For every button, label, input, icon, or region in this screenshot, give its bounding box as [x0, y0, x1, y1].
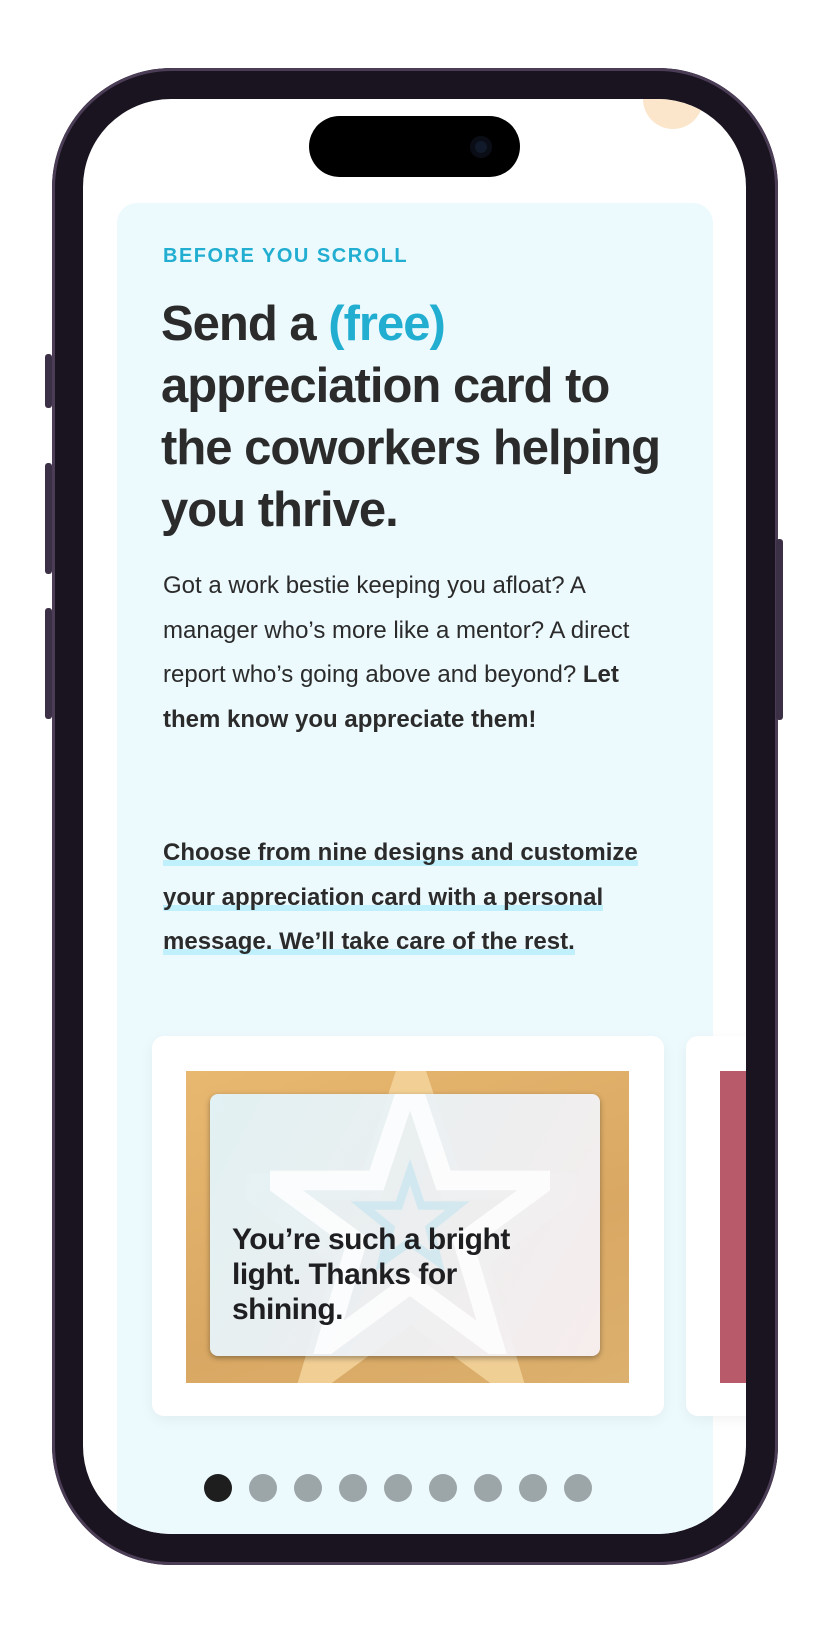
designs-text: Choose from nine designs and customize y…: [163, 839, 638, 955]
dynamic-island: [309, 116, 520, 177]
action-button: [45, 354, 52, 408]
power-button: [776, 539, 783, 720]
pagination-dot-5[interactable]: [384, 1474, 412, 1502]
volume-up-button: [45, 463, 52, 574]
headline-text: Send a: [161, 297, 329, 351]
card-note: You’re such a bright light. Thanks for s…: [210, 1094, 600, 1356]
headline-text-rest: appreciation card to the coworkers helpi…: [161, 359, 661, 537]
pagination-dot-4[interactable]: [339, 1474, 367, 1502]
intro-paragraph: Got a work bestie keeping you afloat? A …: [163, 564, 663, 742]
pagination-dot-1[interactable]: [204, 1474, 232, 1502]
phone-screen: BEFORE YOU SCROLL Send a (free) apprecia…: [83, 99, 746, 1534]
card-design-slide[interactable]: You’re such a bright light. Thanks for s…: [152, 1036, 664, 1416]
headline: Send a (free) appreciation card to the c…: [161, 293, 681, 541]
envelope-image: You’re such a bright light. Thanks for s…: [186, 1071, 629, 1383]
pagination-dot-9[interactable]: [564, 1474, 592, 1502]
pagination-dot-7[interactable]: [474, 1474, 502, 1502]
intro-text: Got a work bestie keeping you afloat? A …: [163, 572, 630, 688]
designs-paragraph: Choose from nine designs and customize y…: [163, 831, 663, 965]
pagination-dot-6[interactable]: [429, 1474, 457, 1502]
pagination-dot-2[interactable]: [249, 1474, 277, 1502]
pagination-dot-3[interactable]: [294, 1474, 322, 1502]
partial-element: [643, 99, 703, 129]
eyebrow-label: BEFORE YOU SCROLL: [163, 245, 409, 267]
appreciation-card-section: BEFORE YOU SCROLL Send a (free) apprecia…: [117, 203, 746, 1534]
card-message: You’re such a bright light. Thanks for s…: [232, 1223, 510, 1326]
camera-icon: [470, 136, 492, 158]
carousel-pagination: [204, 1474, 592, 1502]
pagination-dot-8[interactable]: [519, 1474, 547, 1502]
envelope-image: [720, 1071, 746, 1383]
card-design-slide-next[interactable]: [686, 1036, 746, 1416]
volume-down-button: [45, 608, 52, 719]
headline-highlight: (free): [328, 297, 446, 351]
